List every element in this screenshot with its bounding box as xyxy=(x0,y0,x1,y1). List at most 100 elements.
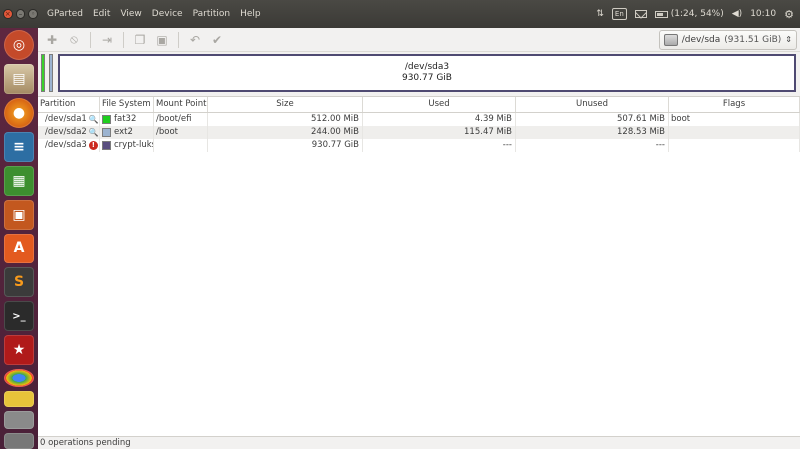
partition-map: /dev/sda3 930.77 GiB xyxy=(38,52,800,94)
menu-edit[interactable]: Edit xyxy=(88,0,115,28)
impress-icon[interactable]: ▣ xyxy=(4,199,34,230)
partition-map-sda2[interactable] xyxy=(49,54,53,92)
files-icon[interactable]: ▤ xyxy=(4,63,34,94)
device-name: /dev/sda xyxy=(681,34,721,45)
firefox-icon[interactable]: ● xyxy=(4,97,34,128)
trash-icon[interactable] xyxy=(4,433,34,449)
apply-button[interactable]: ✔ xyxy=(207,30,227,50)
archive-icon[interactable] xyxy=(4,391,34,408)
clock[interactable]: 10:10 xyxy=(750,9,776,19)
minimize-window-button[interactable]: – xyxy=(15,9,26,19)
cell-size: 930.77 GiB xyxy=(208,139,363,152)
partition-name: /dev/sda1 xyxy=(45,114,87,124)
device-selector[interactable]: /dev/sda (931.51 GiB) ⇕ xyxy=(658,29,797,50)
partition-map-sda1[interactable] xyxy=(41,54,45,92)
fs-color-swatch xyxy=(102,141,111,150)
cell-flags xyxy=(669,139,800,152)
gear-icon[interactable]: ⚙ xyxy=(784,8,794,21)
cell-partition: /dev/sda3 ! xyxy=(38,139,100,152)
column-used[interactable]: Used xyxy=(363,97,516,112)
partition-table: Partition File System Mount Point Size U… xyxy=(38,96,800,436)
battery-icon xyxy=(654,10,668,18)
operations-pending-text: 0 operations pending xyxy=(40,438,131,448)
fs-color-swatch xyxy=(102,115,111,124)
delete-partition-button[interactable]: ⦸ xyxy=(64,30,84,50)
paste-button[interactable]: ▣ xyxy=(152,30,172,50)
menu-partition[interactable]: Partition xyxy=(188,0,236,28)
close-window-button[interactable]: × xyxy=(3,9,13,19)
chrome-icon[interactable] xyxy=(4,369,34,388)
calc-icon[interactable]: ▦ xyxy=(4,165,34,196)
warning-icon: ! xyxy=(88,141,98,150)
cell-size: 512.00 MiB xyxy=(208,113,363,126)
column-unused[interactable]: Unused xyxy=(516,97,669,112)
partition-name: /dev/sda2 xyxy=(45,127,87,137)
cell-mount-point: /boot xyxy=(154,126,208,139)
cell-size: 244.00 MiB xyxy=(208,126,363,139)
launcher: ◎ ▤ ● ≡ ▦ ▣ A S >_ ★ xyxy=(0,28,38,449)
chevron-updown-icon: ⇕ xyxy=(785,35,792,44)
cell-used: 115.47 MiB xyxy=(363,126,516,139)
menu-gparted[interactable]: GParted xyxy=(42,0,88,28)
mail-icon[interactable] xyxy=(634,10,647,18)
undo-button[interactable]: ↶ xyxy=(185,30,205,50)
volume-icon[interactable]: ◀︎) xyxy=(732,9,742,19)
device-size: (931.51 GiB) xyxy=(724,34,782,45)
cell-file-system: fat32 xyxy=(100,113,154,126)
menu-device[interactable]: Device xyxy=(147,0,188,28)
cell-unused: 128.53 MiB xyxy=(516,126,669,139)
cell-partition: /dev/sda2 🔍 xyxy=(38,126,100,139)
key-icon: 🔍 xyxy=(88,115,99,124)
ubuntu-dash-icon[interactable]: ◎ xyxy=(4,30,34,60)
menu-view[interactable]: View xyxy=(115,0,146,28)
cell-used: 4.39 MiB xyxy=(363,113,516,126)
column-file-system[interactable]: File System xyxy=(100,97,154,112)
maximize-window-button[interactable]: ◦ xyxy=(28,9,39,19)
cell-file-system: crypt-luks xyxy=(100,139,154,152)
sublime-text-icon[interactable]: S xyxy=(4,267,34,298)
copy-button[interactable]: ❐ xyxy=(130,30,150,50)
battery-indicator[interactable]: (1:24, 54%) xyxy=(654,9,724,19)
cell-mount-point xyxy=(154,139,208,152)
cell-flags: boot xyxy=(669,113,800,126)
cell-unused: 507.61 MiB xyxy=(516,113,669,126)
toolbar-separator xyxy=(178,31,179,48)
cell-partition: /dev/sda1 🔍 xyxy=(38,113,100,126)
status-bar: 0 operations pending xyxy=(38,436,800,449)
table-row[interactable]: /dev/sda3 ! crypt-luks 930.77 GiB --- --… xyxy=(38,139,800,152)
column-partition[interactable]: Partition xyxy=(38,97,100,112)
partition-map-sda3-size: 930.77 GiB xyxy=(401,73,452,83)
top-panel: × – ◦ GParted Edit View Device Partition… xyxy=(0,0,800,28)
table-header: Partition File System Mount Point Size U… xyxy=(38,97,800,113)
new-partition-button[interactable]: ✚ xyxy=(42,30,62,50)
cell-file-system: ext2 xyxy=(100,126,154,139)
key-icon: 🔍 xyxy=(88,128,99,137)
column-mount-point[interactable]: Mount Point xyxy=(154,97,208,112)
resize-move-button[interactable]: ⇥ xyxy=(97,30,117,50)
cell-mount-point: /boot/efi xyxy=(154,113,208,126)
cell-flags xyxy=(669,126,800,139)
menu-help[interactable]: Help xyxy=(235,0,266,28)
column-flags[interactable]: Flags xyxy=(669,97,800,112)
keyboard-layout-indicator[interactable]: En xyxy=(611,8,627,20)
window-controls: × – ◦ xyxy=(0,9,39,19)
table-row[interactable]: /dev/sda1 🔍 fat32 /boot/efi 512.00 MiB 4… xyxy=(38,113,800,126)
column-size[interactable]: Size xyxy=(208,97,363,112)
network-icon[interactable]: ⇅ xyxy=(596,9,604,19)
table-row[interactable]: /dev/sda2 🔍 ext2 /boot 244.00 MiB 115.47… xyxy=(38,126,800,139)
writer-icon[interactable]: ≡ xyxy=(4,131,34,162)
partition-map-sda1-fill xyxy=(42,55,44,91)
cell-unused: --- xyxy=(516,139,669,152)
software-center-icon[interactable]: A xyxy=(4,233,34,264)
fs-name: crypt-luks xyxy=(114,140,154,150)
star-app-icon[interactable]: ★ xyxy=(4,335,34,366)
fs-name: fat32 xyxy=(114,114,137,124)
fs-color-swatch xyxy=(102,128,111,137)
toolbar: ✚ ⦸ ⇥ ❐ ▣ ↶ ✔ /dev/sda (931.51 GiB) ⇕ xyxy=(38,28,800,52)
partition-map-sda3[interactable]: /dev/sda3 930.77 GiB xyxy=(58,54,796,92)
cell-used: --- xyxy=(363,139,516,152)
partition-map-sda3-name: /dev/sda3 xyxy=(404,62,450,72)
partition-name: /dev/sda3 xyxy=(45,140,87,150)
drive-icon[interactable] xyxy=(4,411,34,430)
terminal-icon[interactable]: >_ xyxy=(4,301,34,332)
